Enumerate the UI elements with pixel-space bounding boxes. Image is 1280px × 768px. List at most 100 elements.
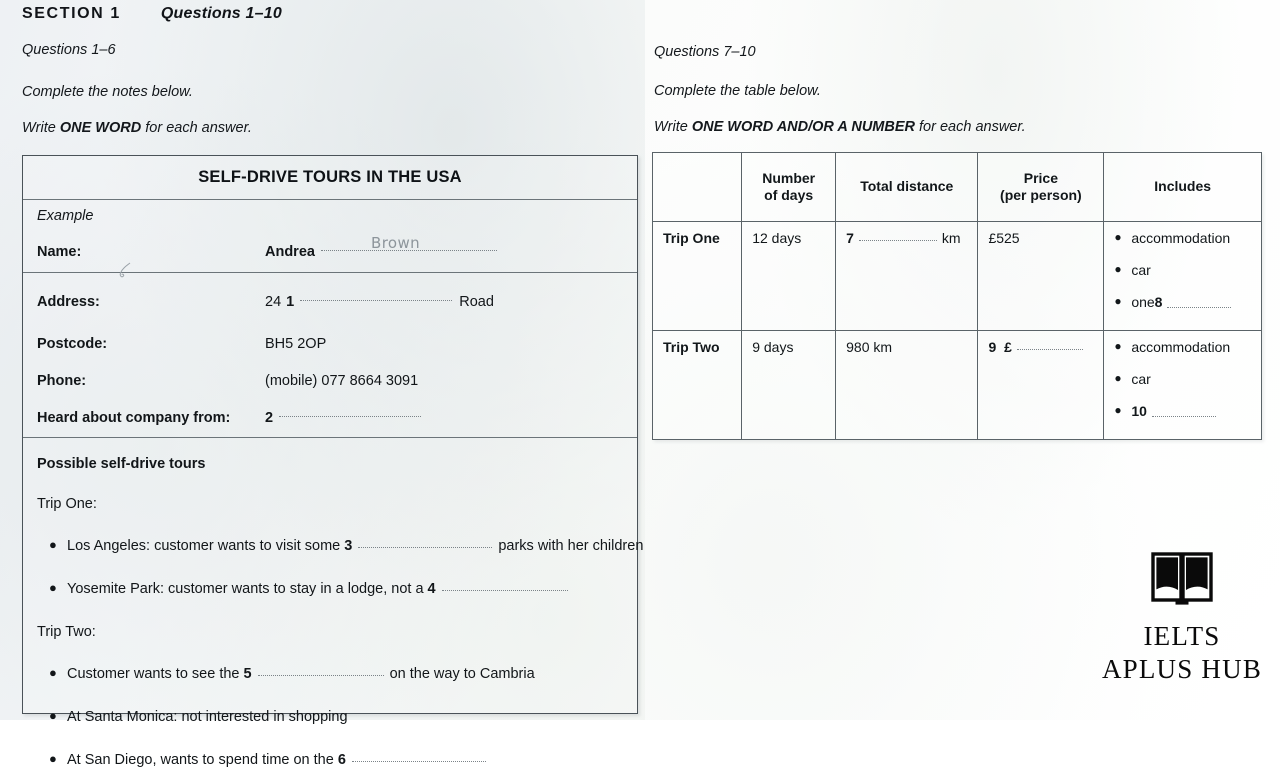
trip-two-bullet-2: ● At Santa Monica: not interested in sho… xyxy=(23,682,637,725)
bullet-text-pre: Customer wants to see the xyxy=(67,666,244,682)
open-book-icon xyxy=(1151,552,1213,605)
cell-includes-trip-one: ● accommodation ● car ● one 8 xyxy=(1103,221,1262,331)
bullet-icon: ● xyxy=(49,708,57,723)
table-header-distance: Total distance xyxy=(835,152,979,222)
name-label: Name: xyxy=(37,244,82,260)
cell-distance-trip-one: 7 km xyxy=(835,221,979,331)
name-row: Name: Andrea Brown xyxy=(23,232,637,273)
includes-item-text: car xyxy=(1131,262,1151,278)
includes-item: ● accommodation xyxy=(1114,230,1251,246)
right-instruction-write-bold: ONE WORD AND/OR A NUMBER xyxy=(691,119,915,135)
price-answer-line xyxy=(1016,349,1083,350)
trip-two-bullet-3: ● At San Diego, wants to spend time on t… xyxy=(23,725,637,768)
name-value: Andrea xyxy=(265,244,315,260)
table-header-corner xyxy=(651,152,743,222)
includes-item-text: accommodation xyxy=(1131,339,1231,355)
price-currency-symbol: £ xyxy=(1004,339,1012,355)
name-handwritten-answer: Brown xyxy=(371,234,421,252)
bullet-text-pre: At Santa Monica: not interested in shopp… xyxy=(67,709,348,725)
includes-item-text: accommodation xyxy=(1131,230,1231,246)
left-instruction-write-post: for each answer. xyxy=(141,120,252,136)
left-instruction-write-pre: Write xyxy=(22,120,60,136)
cell-days-trip-two: 9 days xyxy=(741,330,837,440)
bullet-question-number: 5 xyxy=(243,666,252,682)
notes-title: SELF-DRIVE TOURS IN THE USA xyxy=(23,156,637,200)
bullet-icon: ● xyxy=(49,580,57,595)
section-questions-range: Questions 1–10 xyxy=(160,5,282,22)
left-instruction-complete: Complete the notes below. xyxy=(22,84,193,100)
table-header-days: Number of days xyxy=(741,152,837,222)
bullet-text: Los Angeles: customer wants to visit som… xyxy=(67,538,643,554)
address-answer-line xyxy=(300,299,453,301)
bullet-icon: ● xyxy=(1114,294,1122,308)
phone-label: Phone: xyxy=(37,373,87,389)
tours-table: Number of days Total distance Price (per… xyxy=(651,152,1262,440)
address-label: Address: xyxy=(37,294,100,310)
bullet-text-pre: At San Diego, wants to spend time on the xyxy=(67,752,338,768)
includes-item-text: car xyxy=(1131,371,1151,387)
table-row: Trip Two 9 days 980 km 9 £ ● accommodati… xyxy=(651,330,1262,440)
address-value-pre: 24 xyxy=(265,294,282,310)
bullet-icon: ● xyxy=(49,665,57,680)
includes-item: ● accommodation xyxy=(1114,339,1251,355)
right-instruction-complete: Complete the table below. xyxy=(654,83,821,99)
left-instruction-write: Write ONE WORD for each answer. xyxy=(22,120,252,136)
bullet-text-post: parks with her children xyxy=(498,538,644,554)
bullet-answer-line xyxy=(358,547,493,548)
cell-days-trip-one: 12 days xyxy=(741,221,837,331)
section-header: SECTION 1 Questions 1–10 xyxy=(22,5,282,23)
right-instruction-write: Write ONE WORD AND/OR A NUMBER for each … xyxy=(654,119,1026,135)
heard-about-label: Heard about company from: xyxy=(37,410,231,426)
trip-one-bullet-2: ● Yosemite Park: customer wants to stay … xyxy=(23,554,637,597)
includes-item-text: one xyxy=(1131,294,1155,310)
distance-unit: km xyxy=(941,230,961,246)
address-row: Address: 24 1 Road xyxy=(23,273,637,325)
header-price-line1: Price xyxy=(1023,169,1058,186)
distance-answer-line xyxy=(858,240,937,241)
worksheet-page: SECTION 1 Questions 1–10 Questions 1–6 C… xyxy=(0,0,1280,768)
header-days-line1: Number xyxy=(762,169,816,186)
notes-body: Example Name: Andrea Brown Address: 24 1… xyxy=(23,200,643,768)
postcode-row: Postcode: BH5 2OP xyxy=(23,325,637,363)
table-header: Number of days Total distance Price (per… xyxy=(651,152,1262,222)
phone-value: (mobile) 077 8664 3091 xyxy=(265,373,419,389)
postcode-value: BH5 2OP xyxy=(265,336,327,352)
brand-line-2: APLUS HUB xyxy=(1101,653,1263,684)
heard-about-answer-line xyxy=(279,415,422,417)
bullet-text-pre: Los Angeles: customer wants to visit som… xyxy=(67,538,345,554)
bullet-icon: ● xyxy=(49,537,57,552)
heard-about-row: Heard about company from: 2 xyxy=(23,399,637,438)
address-question-number: 1 xyxy=(286,294,295,310)
right-questions-range: Questions 7–10 xyxy=(654,44,756,60)
includes-item: ● 10 xyxy=(1114,403,1251,419)
right-instruction-write-post: for each answer. xyxy=(915,119,1026,135)
bullet-icon: ● xyxy=(1114,371,1122,385)
bullet-question-number: 3 xyxy=(344,538,353,554)
includes-answer-line xyxy=(1151,401,1216,417)
notes-box: SELF-DRIVE TOURS IN THE USA Example Name… xyxy=(22,155,643,768)
possible-tours-heading: Possible self-drive tours xyxy=(37,456,206,472)
right-instruction-write-pre: Write xyxy=(654,119,692,135)
cell-price-trip-two: 9 £ xyxy=(977,330,1105,440)
bullet-icon: ● xyxy=(1114,339,1122,353)
trip-one-bullet-1: ● Los Angeles: customer wants to visit s… xyxy=(23,512,643,554)
bullet-text: Yosemite Park: customer wants to stay in… xyxy=(67,581,574,597)
cell-includes-trip-two: ● accommodation ● car ● 10 xyxy=(1103,330,1262,440)
bullet-icon: ● xyxy=(1114,230,1122,244)
bullet-text: At San Diego, wants to spend time on the… xyxy=(67,752,492,768)
includes-question-number: 10 xyxy=(1131,403,1147,419)
trip-two-bullet-1: ● Customer wants to see the 5 on the way … xyxy=(23,640,637,682)
table-body: Trip One 12 days 7 km £525 ● accommodatio… xyxy=(651,221,1262,440)
address-value-post: Road xyxy=(459,294,494,310)
left-instruction-write-bold: ONE WORD xyxy=(59,120,142,136)
bullet-question-number: 4 xyxy=(427,581,436,597)
bullet-icon: ● xyxy=(49,751,57,766)
bullet-icon: ● xyxy=(1114,262,1122,276)
bullet-text: Customer wants to see the 5 on the way to… xyxy=(67,666,535,682)
phone-row: Phone: (mobile) 077 8664 3091 xyxy=(23,363,637,399)
section-label: SECTION 1 xyxy=(22,5,121,22)
cell-distance-trip-two: 980 km xyxy=(835,330,979,440)
left-questions-range: Questions 1–6 xyxy=(22,42,116,58)
trip-one-heading: Trip One: xyxy=(37,496,97,512)
example-row: Example xyxy=(23,200,637,232)
